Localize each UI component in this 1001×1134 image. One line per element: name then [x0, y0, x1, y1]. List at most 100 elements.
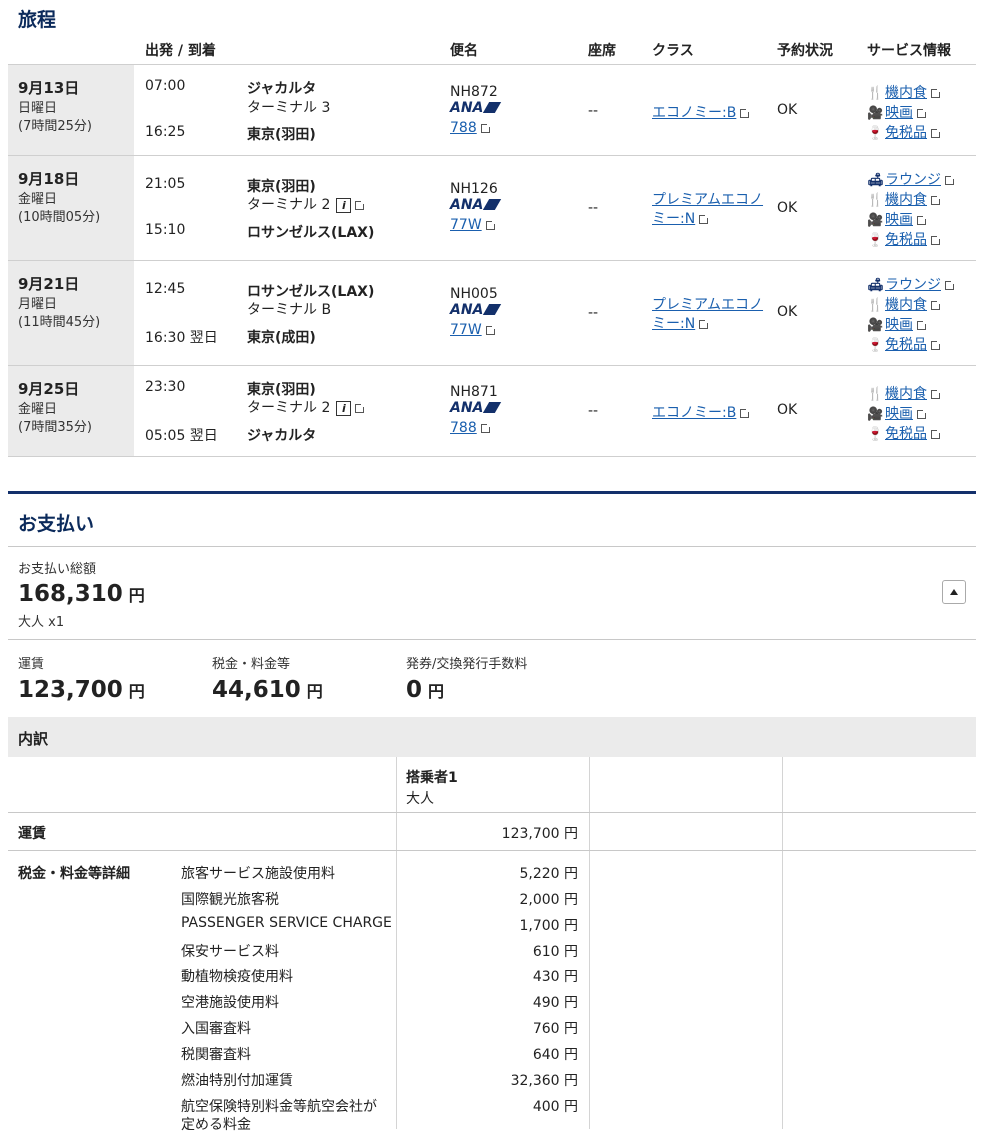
external-link-icon — [485, 219, 497, 230]
segment-weekday: 日曜日 — [18, 101, 58, 116]
class-link[interactable]: ミー:N — [652, 208, 711, 228]
fare-amount: 123,700 円 — [18, 677, 145, 703]
dep-time: 23:30 — [145, 379, 186, 395]
service-dutyfree-link[interactable]: 🍷 免税品 — [867, 423, 942, 443]
tax-item-value: 430 円 — [532, 969, 578, 985]
external-link-icon — [485, 324, 497, 335]
service-lounge-link[interactable]: 🛋ラウンジ — [867, 274, 956, 294]
ana-logo: ANA — [450, 197, 502, 213]
tax-item-value: 610 円 — [532, 944, 578, 960]
tax-item-value: 1,700 円 — [519, 918, 578, 934]
status-value: OK — [777, 102, 798, 118]
external-link-icon — [480, 422, 492, 433]
dutyfree-icon: 🍷 — [867, 427, 884, 442]
class-link[interactable]: プレミアムエコノ — [652, 189, 763, 209]
segment-date: 9月18日 — [18, 170, 80, 188]
segment-date: 9月13日 — [18, 79, 80, 97]
seat-value: -- — [588, 200, 599, 216]
dep-terminal: ターミナル 2i — [247, 397, 367, 417]
meal-icon: 🍴 — [867, 298, 884, 313]
dep-terminal: ターミナル B — [247, 302, 332, 318]
total-amount: 168,310 円 — [18, 581, 145, 607]
arr-city: 東京(成田) — [247, 330, 316, 346]
itinerary-title: 旅程 — [18, 9, 57, 31]
status-value: OK — [777, 200, 798, 216]
tax-item-name: 国際観光旅客税 — [181, 892, 279, 908]
service-movie-link[interactable]: 🎥 映画 — [867, 102, 928, 122]
service-lounge-link[interactable]: 🛋ラウンジ — [867, 169, 956, 189]
fee-label: 発券/交換発行手数料 — [406, 657, 528, 672]
meal-icon: 🍴 — [867, 86, 884, 101]
class-link[interactable]: プレミアムエコノ — [652, 294, 763, 314]
service-movie-link[interactable]: 🎥 映画 — [867, 314, 928, 334]
aircraft-link[interactable]: 77W — [450, 322, 497, 338]
movie-icon: 🎥 — [867, 106, 884, 121]
dep-terminal: ターミナル 3 — [247, 100, 331, 116]
external-link-icon — [917, 214, 928, 225]
service-meal-link[interactable]: 🍴 機内食 — [867, 294, 942, 314]
collapse-button[interactable] — [942, 580, 966, 604]
service-dutyfree-link[interactable]: 🍷 免税品 — [867, 334, 942, 354]
tax-label: 税金・料金等 — [212, 657, 291, 672]
external-link-icon — [740, 107, 752, 118]
payment-title: お支払い — [18, 513, 95, 535]
passenger-type: 大人 — [406, 791, 434, 807]
tax-item-value: 640 円 — [532, 1047, 578, 1063]
dutyfree-icon: 🍷 — [867, 126, 884, 141]
ana-logo: ANA — [450, 100, 502, 116]
tax-item-name: PASSENGER SERVICE CHARGE — [181, 915, 392, 931]
service-movie-link[interactable]: 🎥 映画 — [867, 403, 928, 423]
external-link-icon — [931, 299, 942, 310]
dutyfree-icon: 🍷 — [867, 338, 884, 353]
lounge-icon: 🛋 — [867, 278, 884, 293]
tax-item-name: 保安サービス料 — [181, 944, 279, 960]
date-cell: 9月21日 月曜日 (11時間45分) — [8, 261, 134, 365]
movie-icon: 🎥 — [867, 407, 884, 422]
service-dutyfree-link[interactable]: 🍷 免税品 — [867, 229, 942, 249]
header-dep-arr: 出発 / 到着 — [145, 43, 216, 59]
tax-item-name: 税関審査料 — [181, 1047, 251, 1063]
service-dutyfree-link[interactable]: 🍷 免税品 — [867, 122, 942, 142]
dep-time: 12:45 — [145, 281, 186, 297]
external-link-icon — [931, 194, 942, 205]
service-movie-link[interactable]: 🎥 映画 — [867, 209, 928, 229]
lounge-icon: 🛋 — [867, 173, 884, 188]
service-meal-link[interactable]: 🍴 機内食 — [867, 189, 942, 209]
status-value: OK — [777, 304, 798, 320]
ana-logo: ANA — [450, 302, 502, 318]
dep-time: 07:00 — [145, 78, 186, 94]
tax-item-name: 空港施設使用料 — [181, 995, 279, 1011]
tax-amount: 44,610 円 — [212, 677, 323, 703]
ana-logo: ANA — [450, 400, 502, 416]
external-link-icon — [945, 174, 956, 185]
external-link-icon — [931, 428, 942, 439]
meal-icon: 🍴 — [867, 387, 884, 402]
class-link[interactable]: エコノミー:B — [652, 102, 752, 122]
aircraft-link[interactable]: 788 — [450, 120, 492, 136]
external-link-icon — [917, 107, 928, 118]
tax-item-name: 旅客サービス施設使用料 — [181, 866, 335, 882]
segment-duration: (10時間05分) — [18, 210, 101, 225]
class-link[interactable]: ミー:N — [652, 313, 711, 333]
external-link-icon — [740, 407, 752, 418]
info-icon[interactable]: i — [336, 198, 352, 213]
service-meal-link[interactable]: 🍴 機内食 — [867, 383, 942, 403]
aircraft-link[interactable]: 788 — [450, 420, 492, 436]
class-link[interactable]: エコノミー:B — [652, 402, 752, 422]
dep-city: ジャカルタ — [247, 81, 317, 97]
tax-item-value: 32,360 円 — [510, 1073, 578, 1089]
tax-item-value: 2,000 円 — [519, 892, 578, 908]
movie-icon: 🎥 — [867, 318, 884, 333]
passenger-header: 搭乗者1 — [406, 770, 458, 786]
arr-city: ジャカルタ — [247, 428, 317, 444]
external-link-icon — [931, 234, 942, 245]
tax-item-name: 定める料金 — [181, 1117, 251, 1133]
external-link-icon — [931, 87, 942, 98]
fare-label: 運賃 — [18, 657, 45, 672]
info-icon[interactable]: i — [336, 401, 352, 416]
tax-item-name: 航空保険特別料金等航空会社が — [181, 1099, 377, 1115]
service-meal-link[interactable]: 🍴 機内食 — [867, 82, 942, 102]
aircraft-link[interactable]: 77W — [450, 217, 497, 233]
arr-city: 東京(羽田) — [247, 127, 316, 143]
external-link-icon — [699, 318, 711, 329]
